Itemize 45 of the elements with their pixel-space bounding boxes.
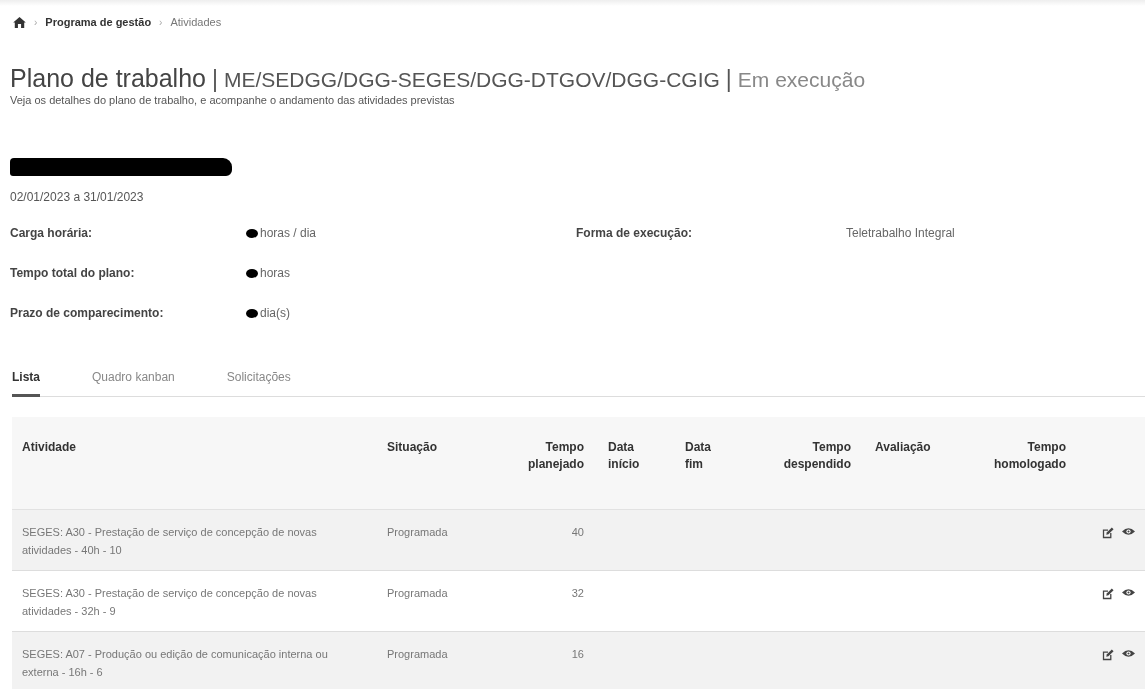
unit-name: ME/SEDGG/DGG-SEGES/DGG-DTGOV/DGG-CGIG [223,68,720,92]
table-cell-text: Programada [386,647,449,662]
column-header: Atividade [21,439,77,456]
field-value: Teletrabalho Integral [846,226,955,240]
column-header: Tempo homologado [993,439,1067,473]
edit-icon[interactable] [1102,527,1114,539]
field-label: Tempo total do plano: [10,266,136,280]
title-divider: | [725,66,732,93]
field-value: horas / dia [260,226,317,240]
column-header: Situação [386,439,438,456]
plan-status: Em execução [737,68,866,92]
tab[interactable]: Quadro kanban [92,368,175,397]
field-value: dia(s) [260,306,290,320]
field-label: Forma de execução: [576,226,694,240]
column-header: Avaliação [874,439,932,456]
column-header: Tempo despendido [782,439,852,473]
table-cell-text: Programada [386,525,449,540]
view-icon[interactable] [1122,588,1135,597]
table-cell-text: Programada [386,586,449,601]
field-label: Carga horária: [10,226,94,240]
column-header: Tempo planejado [527,439,585,473]
column-header: Data início [607,439,641,473]
column-header: Data fim [684,439,712,473]
table-cell-text: SEGES: A30 - Prestação de serviço de concepção de novas atividades - 40h - 10 [21,525,318,558]
breadcrumb-separator: › [159,16,163,28]
title-divider: | [212,66,218,93]
table-cell-text: 16 [570,647,585,662]
field-value: horas [260,266,291,280]
table-cell-text: 40 [570,525,585,540]
edit-icon[interactable] [1102,649,1114,661]
tab[interactable]: Lista [12,368,40,397]
plan-period: 02/01/2023 a 31/01/2023 [10,190,145,204]
page-title: Plano de trabalho [10,64,206,93]
table-cell-text: SEGES: A30 - Prestação de serviço de concepção de novas atividades - 32h - 9 [21,586,318,619]
view-icon[interactable] [1122,649,1135,658]
edit-icon[interactable] [1102,588,1114,600]
home-icon[interactable] [13,16,26,28]
page-subtitle: Veja os detalhes do plano de trabalho, e acompanhe o andamento das atividades previstas [10,94,456,106]
view-icon[interactable] [1122,527,1135,536]
breadcrumb-link[interactable]: Programa de gestão [45,16,152,28]
breadcrumb-separator: › [34,16,38,28]
field-label: Prazo de comparecimento: [10,306,165,320]
tab[interactable]: Solicitações [226,368,291,397]
table-cell-text: 32 [570,586,585,601]
table-cell-text: SEGES: A07 - Produção ou edição de comunicação interna ou externa - 16h - 6 [21,647,329,680]
